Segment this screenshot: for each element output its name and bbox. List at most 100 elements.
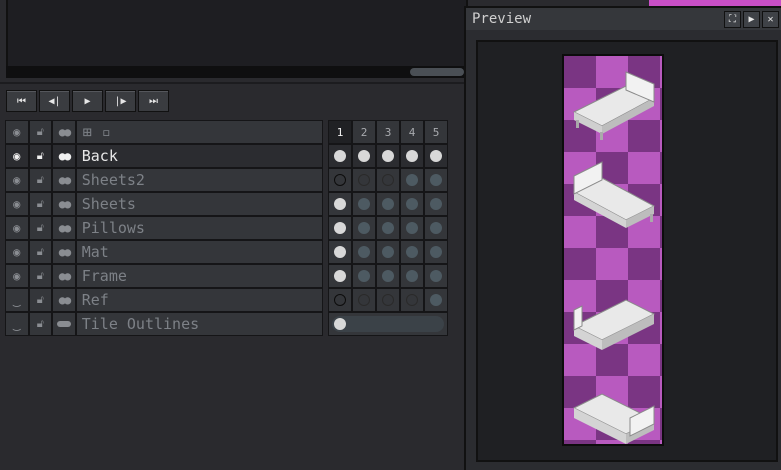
eye-icon[interactable]: ◉ — [5, 168, 29, 192]
link-icon[interactable] — [52, 312, 76, 336]
cel[interactable] — [424, 264, 448, 288]
previous-frame-button[interactable]: ◀︎| — [39, 90, 70, 112]
layer-row[interactable]: ‿ 🔓︎ ●● Ref — [5, 288, 448, 312]
scrollbar-thumb[interactable] — [410, 68, 464, 76]
lock-icon[interactable]: 🔓︎ — [28, 168, 53, 192]
layer-name[interactable]: Ref — [75, 288, 323, 312]
close-icon[interactable]: ✕ — [762, 11, 779, 28]
layer-name[interactable]: Back — [75, 144, 323, 168]
cel[interactable] — [376, 264, 400, 288]
cel[interactable] — [328, 288, 352, 312]
link-icon[interactable]: ●● — [52, 216, 76, 240]
cel-dot-icon — [334, 270, 346, 282]
eye-closed-icon[interactable]: ‿ — [5, 288, 29, 312]
cel[interactable] — [352, 264, 376, 288]
layer-row[interactable]: ◉ 🔓︎ ●● Back — [5, 144, 448, 168]
layer-name[interactable]: Pillows — [75, 216, 323, 240]
lock-icon[interactable]: 🔓︎ — [28, 264, 53, 288]
link-icon[interactable]: ●● — [52, 144, 76, 168]
layer-row[interactable]: ‿ 🔓︎ Tile Outlines — [5, 312, 448, 336]
linked-cel[interactable] — [328, 312, 448, 336]
link-header-icon[interactable]: ●● — [52, 120, 76, 144]
cel[interactable] — [328, 168, 352, 192]
eye-icon[interactable]: ◉ — [5, 216, 29, 240]
layer-name[interactable]: Frame — [75, 264, 323, 288]
cel[interactable] — [400, 168, 424, 192]
visibility-header-icon[interactable]: ◉ — [5, 120, 29, 144]
next-frame-button[interactable]: |▶︎ — [105, 90, 136, 112]
frame-header-5[interactable]: 5 — [424, 120, 448, 144]
fullscreen-icon[interactable]: ⛶ — [724, 11, 741, 28]
layer-row[interactable]: ◉ 🔓︎ ●● Sheets2 — [5, 168, 448, 192]
cel[interactable] — [328, 144, 352, 168]
cel[interactable] — [352, 288, 376, 312]
new-layer-icon[interactable]: ▫ — [102, 123, 111, 141]
cel[interactable] — [376, 192, 400, 216]
link-icon[interactable]: ●● — [52, 192, 76, 216]
preview-titlebar[interactable]: Preview ⛶ ▶ ✕ — [466, 8, 781, 30]
layer-name[interactable]: Sheets — [75, 192, 323, 216]
cel[interactable] — [424, 240, 448, 264]
play-button[interactable]: ▶ — [72, 90, 103, 112]
eye-icon[interactable]: ◉ — [5, 192, 29, 216]
bed-sprite — [572, 393, 656, 444]
layer-row[interactable]: ◉ 🔓︎ ●● Pillows — [5, 216, 448, 240]
link-icon[interactable]: ●● — [52, 240, 76, 264]
horizontal-scrollbar[interactable] — [6, 66, 464, 78]
cel[interactable] — [424, 192, 448, 216]
cel[interactable] — [376, 144, 400, 168]
cel[interactable] — [328, 264, 352, 288]
lock-icon[interactable]: 🔓︎ — [28, 192, 53, 216]
first-frame-button[interactable]: ⏮ — [6, 90, 37, 112]
cel[interactable] — [424, 144, 448, 168]
cel[interactable] — [328, 216, 352, 240]
cel[interactable] — [352, 240, 376, 264]
cel[interactable] — [400, 144, 424, 168]
link-icon[interactable]: ●● — [52, 264, 76, 288]
link-icon[interactable]: ●● — [52, 288, 76, 312]
cel[interactable] — [352, 192, 376, 216]
cel[interactable] — [352, 144, 376, 168]
cel[interactable] — [400, 216, 424, 240]
cel[interactable] — [424, 168, 448, 192]
cel[interactable] — [376, 168, 400, 192]
layer-name[interactable]: Sheets2 — [75, 168, 323, 192]
cel[interactable] — [400, 240, 424, 264]
lock-icon[interactable]: 🔓︎ — [28, 312, 53, 336]
eye-icon[interactable]: ◉ — [5, 144, 29, 168]
lock-icon[interactable]: 🔓︎ — [28, 288, 53, 312]
cel[interactable] — [376, 288, 400, 312]
lock-icon[interactable]: 🔓︎ — [28, 240, 53, 264]
layer-name[interactable]: Mat — [75, 240, 323, 264]
cel[interactable] — [424, 216, 448, 240]
lock-icon[interactable]: 🔓︎ — [28, 144, 53, 168]
layer-tree-icon[interactable]: ⊞ — [83, 123, 92, 141]
frame-header-1[interactable]: 1 — [328, 120, 352, 144]
cel[interactable] — [424, 288, 448, 312]
link-icon[interactable]: ●● — [52, 168, 76, 192]
cel[interactable] — [352, 168, 376, 192]
lock-icon[interactable]: 🔓︎ — [28, 216, 53, 240]
cel[interactable] — [400, 288, 424, 312]
layer-row[interactable]: ◉ 🔓︎ ●● Frame — [5, 264, 448, 288]
frame-header-2[interactable]: 2 — [352, 120, 376, 144]
play-icon[interactable]: ▶ — [743, 11, 760, 28]
eye-closed-icon[interactable]: ‿ — [5, 312, 29, 336]
last-frame-button[interactable]: ⏭ — [138, 90, 169, 112]
cel[interactable] — [400, 264, 424, 288]
preview-canvas[interactable] — [476, 40, 778, 462]
cel[interactable] — [328, 240, 352, 264]
eye-icon[interactable]: ◉ — [5, 240, 29, 264]
cel[interactable] — [352, 216, 376, 240]
cel[interactable] — [376, 240, 400, 264]
frame-header-3[interactable]: 3 — [376, 120, 400, 144]
frame-header-4[interactable]: 4 — [400, 120, 424, 144]
cel[interactable] — [400, 192, 424, 216]
layer-name[interactable]: Tile Outlines — [75, 312, 323, 336]
cel[interactable] — [328, 192, 352, 216]
cel[interactable] — [376, 216, 400, 240]
eye-icon[interactable]: ◉ — [5, 264, 29, 288]
layer-row[interactable]: ◉ 🔓︎ ●● Sheets — [5, 192, 448, 216]
layer-row[interactable]: ◉ 🔓︎ ●● Mat — [5, 240, 448, 264]
lock-header-icon[interactable]: 🔓︎ — [28, 120, 53, 144]
